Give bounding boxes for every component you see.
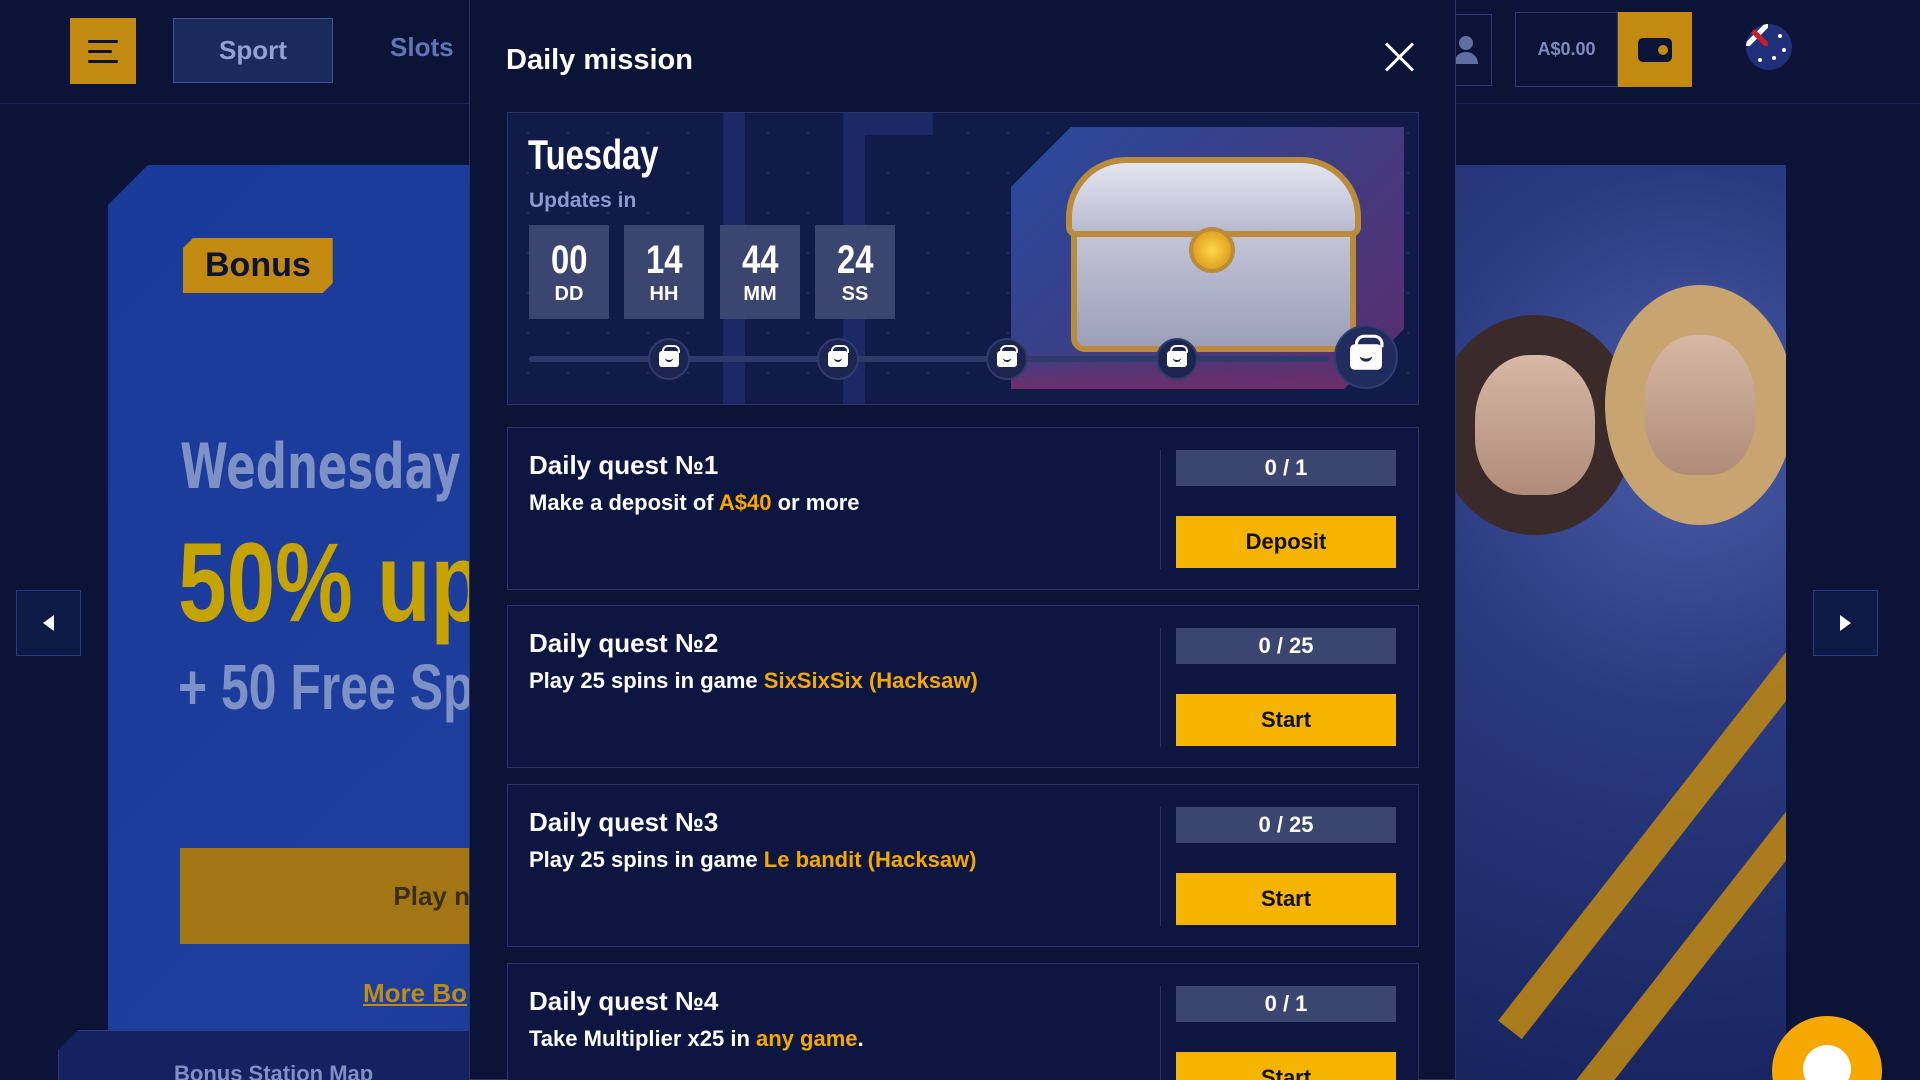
quest-progress: 0 / 25: [1176, 628, 1396, 664]
timer-days: 00 DD: [529, 225, 609, 319]
nav-sport[interactable]: Sport: [173, 18, 333, 83]
day-label: Tuesday: [528, 131, 659, 178]
gift-icon: [986, 338, 1028, 380]
quest-title: Daily quest №4: [529, 986, 719, 1016]
chat-button[interactable]: [1772, 1016, 1882, 1080]
carousel-prev-button[interactable]: [16, 590, 81, 656]
quest-progress: 0 / 25: [1176, 807, 1396, 843]
hamburger-icon[interactable]: [70, 18, 136, 84]
quest-card: Daily quest №4 Take Multiplier x25 in an…: [507, 963, 1419, 1080]
bonus-station-map-tab[interactable]: Bonus Station Map: [58, 1030, 478, 1080]
quest-title: Daily quest №3: [529, 807, 719, 837]
modal-title: Daily mission: [506, 44, 693, 76]
carousel-next-button[interactable]: [1813, 590, 1878, 656]
quest-progress: 0 / 1: [1176, 986, 1396, 1022]
close-icon[interactable]: [1383, 40, 1417, 74]
gift-icon: [1156, 338, 1198, 380]
quest-description: Play 25 spins in game SixSixSix (Hacksaw…: [529, 668, 978, 693]
timer-minutes: 44 MM: [720, 225, 800, 319]
quest-card: Daily quest №3 Play 25 spins in game Le …: [507, 784, 1419, 947]
arrow-right-icon: [1840, 615, 1851, 631]
game-link[interactable]: any game: [756, 1026, 858, 1051]
updates-label: Updates in: [529, 189, 637, 212]
quest-description: Make a deposit of A$40 or more: [529, 490, 860, 515]
wallet-icon[interactable]: [1618, 12, 1692, 87]
promo-percent: 50% up: [178, 520, 484, 645]
quest-card: Daily quest №1 Make a deposit of A$40 or…: [507, 427, 1419, 590]
gift-icon: [817, 338, 859, 380]
timer-seconds: 24 SS: [815, 225, 895, 319]
quest-description: Take Multiplier x25 in any game.: [529, 1026, 864, 1051]
chat-icon: [1803, 1045, 1851, 1080]
nav-slots[interactable]: Slots: [390, 32, 454, 63]
quest-title: Daily quest №2: [529, 628, 719, 658]
quest-description: Play 25 spins in game Le bandit (Hacksaw…: [529, 847, 977, 872]
promo-spins: + 50 Free Spi: [178, 651, 488, 723]
start-button[interactable]: Start: [1176, 873, 1396, 925]
gift-icon: [648, 338, 690, 380]
quest-title: Daily quest №1: [529, 450, 719, 480]
promo-more-link[interactable]: More Bo: [363, 978, 467, 1009]
australia-flag-icon[interactable]: [1746, 24, 1792, 70]
game-link[interactable]: Le bandit (Hacksaw): [764, 847, 977, 872]
balance-display: A$0.00: [1515, 12, 1618, 87]
game-link[interactable]: SixSixSix (Hacksaw): [764, 668, 978, 693]
deposit-button[interactable]: Deposit: [1176, 516, 1396, 568]
start-button[interactable]: Start: [1176, 1052, 1396, 1080]
promo-artwork: [1455, 165, 1786, 1080]
quest-card: Daily quest №2 Play 25 spins in game Six…: [507, 605, 1419, 768]
daily-mission-modal: Daily mission Tuesday Updates in 00 DD 14…: [469, 0, 1456, 1080]
gift-icon: [1334, 325, 1398, 389]
timer-hours: 14 HH: [624, 225, 704, 319]
mission-banner: Tuesday Updates in 00 DD 14 HH 44 MM 24 SS: [507, 112, 1419, 405]
bonus-tag: Bonus: [183, 238, 333, 293]
arrow-left-icon: [43, 615, 54, 631]
start-button[interactable]: Start: [1176, 694, 1396, 746]
promo-play-button[interactable]: Play n: [180, 848, 480, 944]
quest-progress: 0 / 1: [1176, 450, 1396, 486]
promo-title: Wednesday: [180, 430, 461, 503]
